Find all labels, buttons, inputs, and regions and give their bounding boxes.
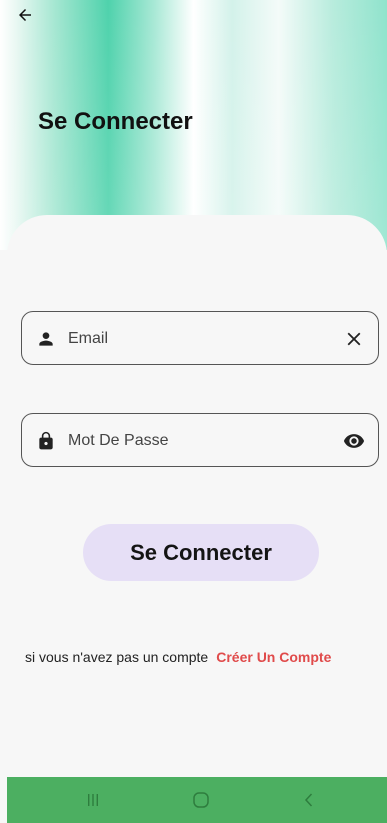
- arrow-left-icon[interactable]: [16, 6, 34, 24]
- password-field[interactable]: [21, 413, 379, 467]
- email-field[interactable]: [21, 311, 379, 365]
- home-icon[interactable]: [191, 790, 211, 810]
- signup-row: si vous n'avez pas un compte Créer Un Com…: [25, 649, 375, 665]
- create-account-link[interactable]: Créer Un Compte: [216, 649, 331, 665]
- password-input[interactable]: [66, 424, 330, 458]
- person-icon: [39, 332, 53, 346]
- signup-prompt: si vous n'avez pas un compte: [25, 649, 209, 665]
- lock-icon: [39, 431, 53, 450]
- eye-icon[interactable]: [343, 430, 365, 452]
- close-icon[interactable]: [343, 328, 365, 350]
- login-button[interactable]: Se Connecter: [83, 524, 319, 581]
- chevron-left-icon[interactable]: [299, 790, 319, 810]
- system-navigation-bar: [7, 777, 387, 823]
- form-card: [7, 215, 387, 777]
- page-title: Se Connecter: [38, 108, 193, 135]
- email-input[interactable]: [66, 322, 330, 356]
- recents-icon[interactable]: [83, 790, 103, 810]
